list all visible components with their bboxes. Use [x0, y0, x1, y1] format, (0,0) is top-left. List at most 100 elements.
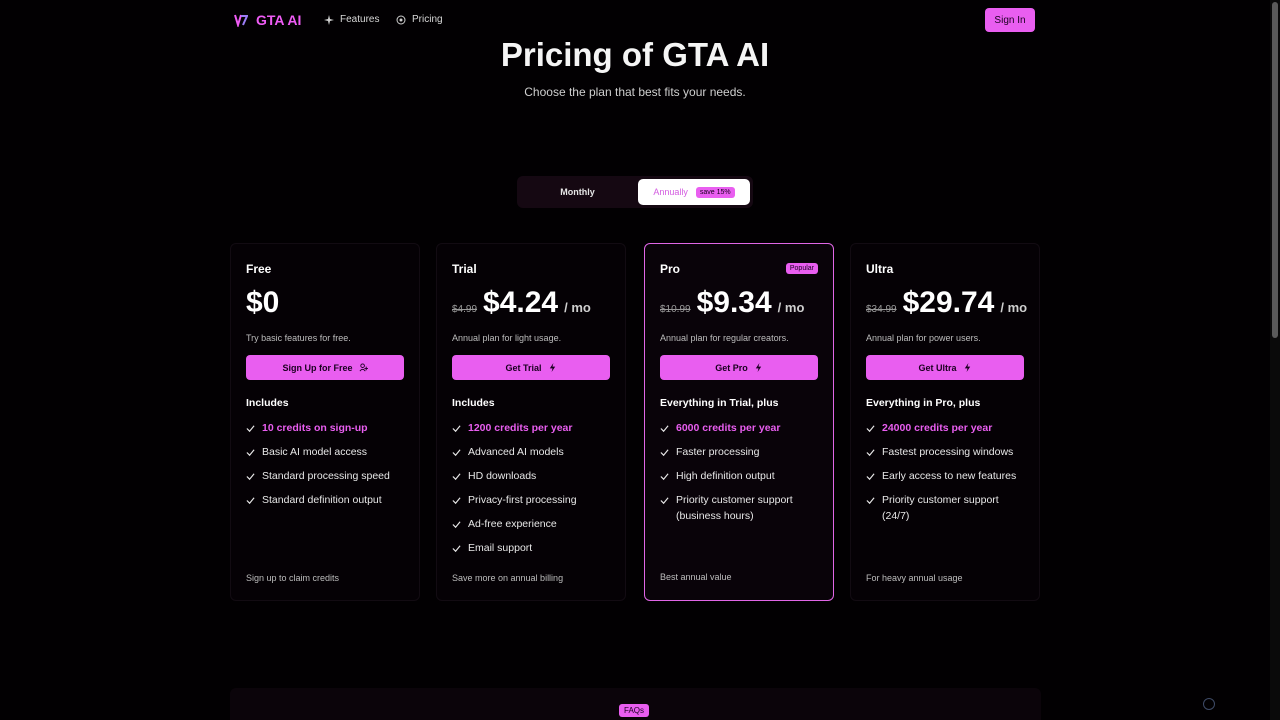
- lightning-icon: [964, 363, 970, 372]
- feature-item: HD downloads: [452, 468, 612, 484]
- feature-list: 1200 credits per year Advanced AI models…: [452, 420, 612, 564]
- coin-icon: [396, 15, 406, 24]
- feature-text: Standard processing speed: [262, 470, 390, 482]
- feature-text: 24000 credits per year: [882, 422, 993, 434]
- feature-text: Priority customer support (24/7): [882, 494, 999, 522]
- feature-text: 10 credits on sign-up: [262, 422, 368, 434]
- feature-item: Priority customer support (24/7): [866, 492, 1026, 524]
- nav-features-link[interactable]: Features: [324, 14, 379, 25]
- price-period: / mo: [1000, 300, 1028, 315]
- old-price: $10.99: [660, 304, 691, 315]
- feature-text: Early access to new features: [882, 470, 1017, 482]
- feature-text: Privacy-first processing: [468, 494, 577, 506]
- toggle-annually-label: Annually: [653, 187, 688, 197]
- watermark: [1203, 698, 1215, 710]
- check-icon: [246, 472, 255, 480]
- feature-text: Ad-free experience: [468, 518, 557, 530]
- feature-item: Priority customer support (business hour…: [660, 492, 820, 524]
- price-row: $34.99 $29.74 / mo: [866, 286, 1027, 320]
- sparkles-icon: [324, 14, 334, 25]
- check-icon: [660, 424, 669, 432]
- feature-item: Privacy-first processing: [452, 492, 612, 508]
- plan-card-trial: Trial $4.99 $4.24 / mo Annual plan for l…: [436, 243, 626, 601]
- feature-list: 10 credits on sign-up Basic AI model acc…: [246, 420, 406, 516]
- plan-price: $29.74: [902, 286, 995, 319]
- feature-text: HD downloads: [468, 470, 537, 482]
- old-price: $4.99: [452, 304, 478, 315]
- feature-item: Email support: [452, 540, 612, 556]
- plan-footer-note: For heavy annual usage: [866, 573, 963, 583]
- billing-toggle: Monthly Annually save 15%: [517, 176, 753, 208]
- includes-title: Includes: [246, 397, 289, 409]
- lightning-icon: [755, 363, 761, 372]
- plan-card-free: Free $0 Try basic features for free. Sig…: [230, 243, 420, 601]
- check-icon: [866, 424, 875, 432]
- plan-price: $9.34: [696, 286, 772, 319]
- get-ultra-button[interactable]: Get Ultra: [866, 355, 1024, 380]
- feature-item: 10 credits on sign-up: [246, 420, 406, 436]
- cta-label: Get Trial: [505, 362, 542, 373]
- brand-logo[interactable]: GTA AI: [234, 12, 301, 28]
- check-icon: [866, 496, 875, 504]
- logo-icon: [234, 14, 248, 27]
- feature-item: 1200 credits per year: [452, 420, 612, 436]
- feature-item: Fastest processing windows: [866, 444, 1026, 460]
- price-row: $0: [246, 286, 279, 320]
- includes-title: Everything in Pro, plus: [866, 397, 981, 409]
- feature-item: Ad-free experience: [452, 516, 612, 532]
- price-row: $4.99 $4.24 / mo: [452, 286, 591, 320]
- plan-name: Trial: [452, 262, 477, 276]
- old-price: $34.99: [866, 304, 897, 315]
- toggle-monthly[interactable]: Monthly: [520, 179, 635, 205]
- sign-in-button[interactable]: Sign In: [985, 8, 1035, 32]
- feature-text: Advanced AI models: [468, 446, 564, 458]
- toggle-annually[interactable]: Annually save 15%: [638, 179, 750, 205]
- plan-name: Pro: [660, 262, 681, 276]
- feature-item: High definition output: [660, 468, 820, 484]
- get-pro-button[interactable]: Get Pro: [660, 355, 818, 380]
- feature-list: 6000 credits per year Faster processing …: [660, 420, 820, 532]
- check-icon: [246, 424, 255, 432]
- check-icon: [866, 448, 875, 456]
- feature-text: 1200 credits per year: [468, 422, 573, 434]
- feature-item: 24000 credits per year: [866, 420, 1026, 436]
- price-period: / mo: [777, 300, 805, 315]
- plan-name: Ultra: [866, 262, 894, 276]
- plan-footer-note: Best annual value: [660, 572, 732, 582]
- check-icon: [246, 448, 255, 456]
- feature-item: 6000 credits per year: [660, 420, 820, 436]
- page-scrollbar[interactable]: [1270, 0, 1280, 720]
- feature-item: Early access to new features: [866, 468, 1026, 484]
- feature-text: Standard definition output: [262, 494, 382, 506]
- scrollbar-thumb[interactable]: [1272, 2, 1278, 338]
- feature-list: 24000 credits per year Fastest processin…: [866, 420, 1026, 532]
- nav-pricing-label: Pricing: [412, 14, 443, 25]
- nav-features-label: Features: [340, 14, 380, 25]
- feature-text: Fastest processing windows: [882, 446, 1014, 458]
- plan-price: $4.24: [483, 286, 559, 319]
- check-icon: [660, 496, 669, 504]
- faq-badge: FAQs: [619, 704, 650, 717]
- feature-text: Email support: [468, 542, 533, 554]
- feature-text: 6000 credits per year: [676, 422, 781, 434]
- get-trial-button[interactable]: Get Trial: [452, 355, 610, 380]
- feature-text: Faster processing: [676, 446, 760, 458]
- check-icon: [452, 424, 461, 432]
- sign-up-free-button[interactable]: Sign Up for Free: [246, 355, 404, 380]
- popular-badge: Popular: [785, 263, 818, 274]
- page-subtitle: Choose the plan that best fits your need…: [524, 85, 746, 99]
- plan-description: Try basic features for free.: [246, 333, 351, 343]
- check-icon: [452, 472, 461, 480]
- price-period: / mo: [564, 300, 591, 315]
- save-badge: save 15%: [695, 186, 735, 198]
- plan-footer-note: Save more on annual billing: [452, 573, 564, 583]
- nav-pricing-link[interactable]: Pricing: [396, 14, 443, 25]
- feature-text: High definition output: [676, 470, 775, 482]
- includes-title: Includes: [452, 397, 495, 409]
- feature-text: Basic AI model access: [262, 446, 368, 458]
- plan-footer-note: Sign up to claim credits: [246, 573, 340, 583]
- feature-item: Faster processing: [660, 444, 820, 460]
- cta-label: Get Pro: [715, 362, 748, 373]
- check-icon: [452, 448, 461, 456]
- plan-description: Annual plan for power users.: [866, 333, 981, 343]
